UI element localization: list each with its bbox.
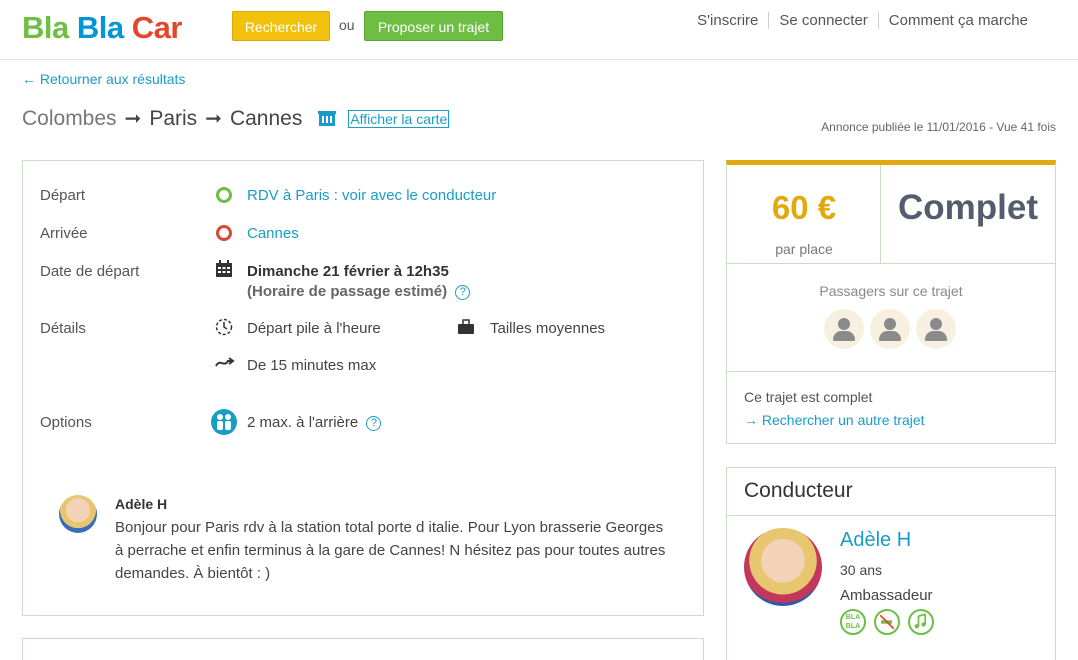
publication-info: Annonce publiée le 11/01/2016 - Vue 41 f… bbox=[821, 120, 1056, 134]
music-icon[interactable] bbox=[908, 609, 934, 635]
comment-author-avatar[interactable] bbox=[59, 495, 97, 533]
driver-role: Ambassadeur bbox=[840, 587, 933, 604]
driver-comment-text: Bonjour pour Paris rdv à la station tota… bbox=[115, 519, 666, 582]
route-arrow-icon: ➞ bbox=[124, 108, 142, 130]
driver-preferences: BLA BLA bbox=[840, 609, 934, 635]
arrival-label: Arrivée bbox=[40, 225, 88, 242]
help-icon[interactable]: ? bbox=[366, 415, 382, 431]
trip-full-text: Ce trajet est complet bbox=[744, 389, 873, 405]
calendar-icon bbox=[216, 260, 232, 277]
arrival-value[interactable]: Cannes bbox=[247, 225, 299, 242]
date-label: Date de départ bbox=[40, 263, 140, 280]
show-map-link[interactable]: Afficher la carte bbox=[348, 109, 450, 128]
or-separator: ou bbox=[339, 17, 355, 33]
nav-login[interactable]: Se connecter bbox=[768, 12, 877, 29]
punctuality-value: Départ pile à l'heure bbox=[247, 320, 381, 337]
arrival-point-icon bbox=[216, 225, 232, 241]
driver-name-link[interactable]: Adèle H bbox=[840, 529, 911, 552]
departure-label: Départ bbox=[40, 187, 86, 204]
nav-signup[interactable]: S'inscrire bbox=[687, 12, 768, 29]
blablacar-logo[interactable]: Bla Bla Car bbox=[22, 10, 182, 46]
logo-part-bla-2: Bla bbox=[76, 10, 124, 45]
route-title: Colombes ➞ Paris ➞ Cannes Afficher la ca… bbox=[22, 106, 450, 131]
luggage-icon bbox=[458, 319, 474, 334]
departure-value[interactable]: RDV à Paris : voir avec le conducteur bbox=[247, 187, 496, 204]
detour-icon bbox=[215, 357, 235, 367]
divider bbox=[727, 371, 1055, 372]
price-value: 60 € bbox=[771, 189, 837, 226]
details-label: Détails bbox=[40, 320, 86, 337]
passenger-avatar-icon[interactable] bbox=[870, 309, 910, 349]
driver-avatar[interactable] bbox=[744, 528, 822, 606]
divider bbox=[727, 515, 1055, 516]
route-from: Colombes bbox=[22, 106, 117, 130]
clock-icon bbox=[215, 318, 233, 336]
trip-details-card: Départ RDV à Paris : voir avec le conduc… bbox=[22, 160, 704, 616]
nav-how-it-works[interactable]: Comment ça marche bbox=[877, 12, 1038, 29]
passenger-avatar-icon[interactable] bbox=[824, 309, 864, 349]
help-icon[interactable]: ? bbox=[455, 284, 471, 300]
price-box: 60 € par place Complet Passagers sur ce … bbox=[726, 160, 1056, 444]
back-seat-passengers-icon bbox=[211, 409, 237, 435]
detour-value: De 15 minutes max bbox=[247, 357, 377, 374]
options-label: Options bbox=[40, 414, 92, 431]
departure-point-icon bbox=[216, 187, 232, 203]
top-navigation: S'inscrire Se connecter Comment ça march… bbox=[687, 12, 1038, 29]
site-header: Bla Bla Car Rechercher ou Proposer un tr… bbox=[0, 0, 1078, 60]
logo-part-bla-1: Bla bbox=[22, 10, 69, 45]
luggage-value: Tailles moyennes bbox=[490, 320, 606, 337]
driver-section-title: Conducteur bbox=[744, 479, 853, 502]
passengers-title: Passagers sur ce trajet bbox=[819, 283, 963, 299]
search-other-trip-link[interactable]: → Rechercher un autre trajet bbox=[744, 412, 925, 428]
back-to-results-link[interactable]: ← Retourner aux résultats bbox=[22, 71, 185, 87]
passenger-avatars bbox=[824, 309, 956, 349]
chattiness-badge-icon[interactable]: BLA BLA bbox=[840, 609, 866, 635]
passenger-avatar-icon[interactable] bbox=[916, 309, 956, 349]
options-text: 2 max. à l'arrière bbox=[247, 414, 359, 431]
driver-box: Conducteur Adèle H 30 ans Ambassadeur BL… bbox=[726, 467, 1056, 660]
logo-part-car: Car bbox=[131, 10, 183, 45]
driver-age: 30 ans bbox=[840, 562, 883, 578]
estimated-time-note: (Horaire de passage estimé) ? bbox=[247, 283, 471, 300]
departure-date: Dimanche 21 février à 12h35 bbox=[247, 263, 449, 280]
map-icon[interactable] bbox=[318, 110, 337, 128]
next-section-card bbox=[22, 638, 704, 660]
price-per-seat-label: par place bbox=[775, 241, 833, 257]
comment-author-name: Adèle H bbox=[115, 496, 168, 512]
route-via: Paris bbox=[149, 106, 198, 130]
no-smoking-icon[interactable] bbox=[874, 609, 900, 635]
search-button[interactable]: Rechercher bbox=[232, 11, 330, 41]
options-value: 2 max. à l'arrière ? bbox=[247, 414, 382, 431]
offer-ride-button[interactable]: Proposer un trajet bbox=[364, 11, 503, 41]
route-arrow-icon: ➞ bbox=[205, 108, 222, 130]
trip-status: Complet bbox=[881, 165, 1055, 264]
route-to: Cannes bbox=[229, 106, 303, 130]
estimated-time-text: (Horaire de passage estimé) bbox=[247, 283, 448, 300]
price-cell: 60 € par place bbox=[727, 165, 881, 264]
